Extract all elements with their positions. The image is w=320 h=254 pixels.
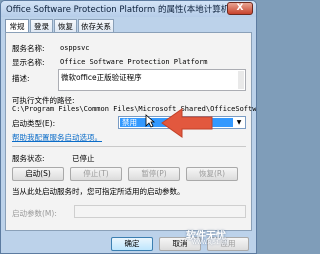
start-params-label: 启动参数(M): xyxy=(12,209,57,218)
close-button[interactable]: X xyxy=(227,2,253,15)
title-bar[interactable]: Office Software Protection Platform 的属性(… xyxy=(1,1,256,17)
watermark-subtext: WWW.RJ51.CN xyxy=(192,240,228,246)
tab-dependencies[interactable]: 依存关系 xyxy=(78,19,114,32)
startup-type-label: 启动类型(E): xyxy=(12,119,56,128)
start-params-input[interactable] xyxy=(74,205,246,218)
general-panel: 服务名称: osppsvc 显示名称: Office Software Prot… xyxy=(5,32,256,231)
status-value: 已停止 xyxy=(72,154,95,163)
resume-service-button[interactable]: 恢复(R) xyxy=(186,167,238,181)
help-link[interactable]: 帮助我配置服务启动选项。 xyxy=(12,132,102,143)
pause-service-button[interactable]: 暂停(P) xyxy=(128,167,180,181)
divider xyxy=(12,146,246,147)
description-value: 微软office正版验证程序 xyxy=(61,73,142,82)
description-scrollbar[interactable] xyxy=(238,71,244,89)
stop-service-button[interactable]: 停止(T) xyxy=(70,167,122,181)
description-label: 描述: xyxy=(12,74,30,83)
tab-logon[interactable]: 登录 xyxy=(30,19,53,32)
mouse-cursor-icon xyxy=(145,114,155,128)
start-params-hint: 当从此处启动服务时，您可指定所适用的启动参数。 xyxy=(12,187,185,196)
service-name-label: 服务名称: xyxy=(12,44,45,53)
properties-dialog: Office Software Protection Platform 的属性(… xyxy=(0,0,257,254)
tab-recovery[interactable]: 恢复 xyxy=(54,19,77,32)
exe-path-value: C:\Program Files\Common Files\Microsoft … xyxy=(12,105,257,113)
watermark: 软件无忧 WWW.RJ51.CN xyxy=(186,227,252,249)
status-label: 服务状态: xyxy=(12,154,45,163)
display-name-label: 显示名称: xyxy=(12,58,45,67)
ok-button[interactable]: 确定 xyxy=(111,237,153,251)
red-arrow-annotation xyxy=(161,108,213,138)
description-box[interactable]: 微软office正版验证程序 xyxy=(58,69,246,91)
service-name-value: osppsvc xyxy=(60,44,90,52)
display-name-value: Office Software Protection Platform xyxy=(60,58,208,66)
window-title: Office Software Protection Platform 的属性(… xyxy=(6,5,233,15)
start-service-button[interactable]: 启动(S) xyxy=(12,167,64,181)
tab-general[interactable]: 常规 xyxy=(5,19,29,33)
chevron-down-icon[interactable]: ▼ xyxy=(234,118,244,127)
